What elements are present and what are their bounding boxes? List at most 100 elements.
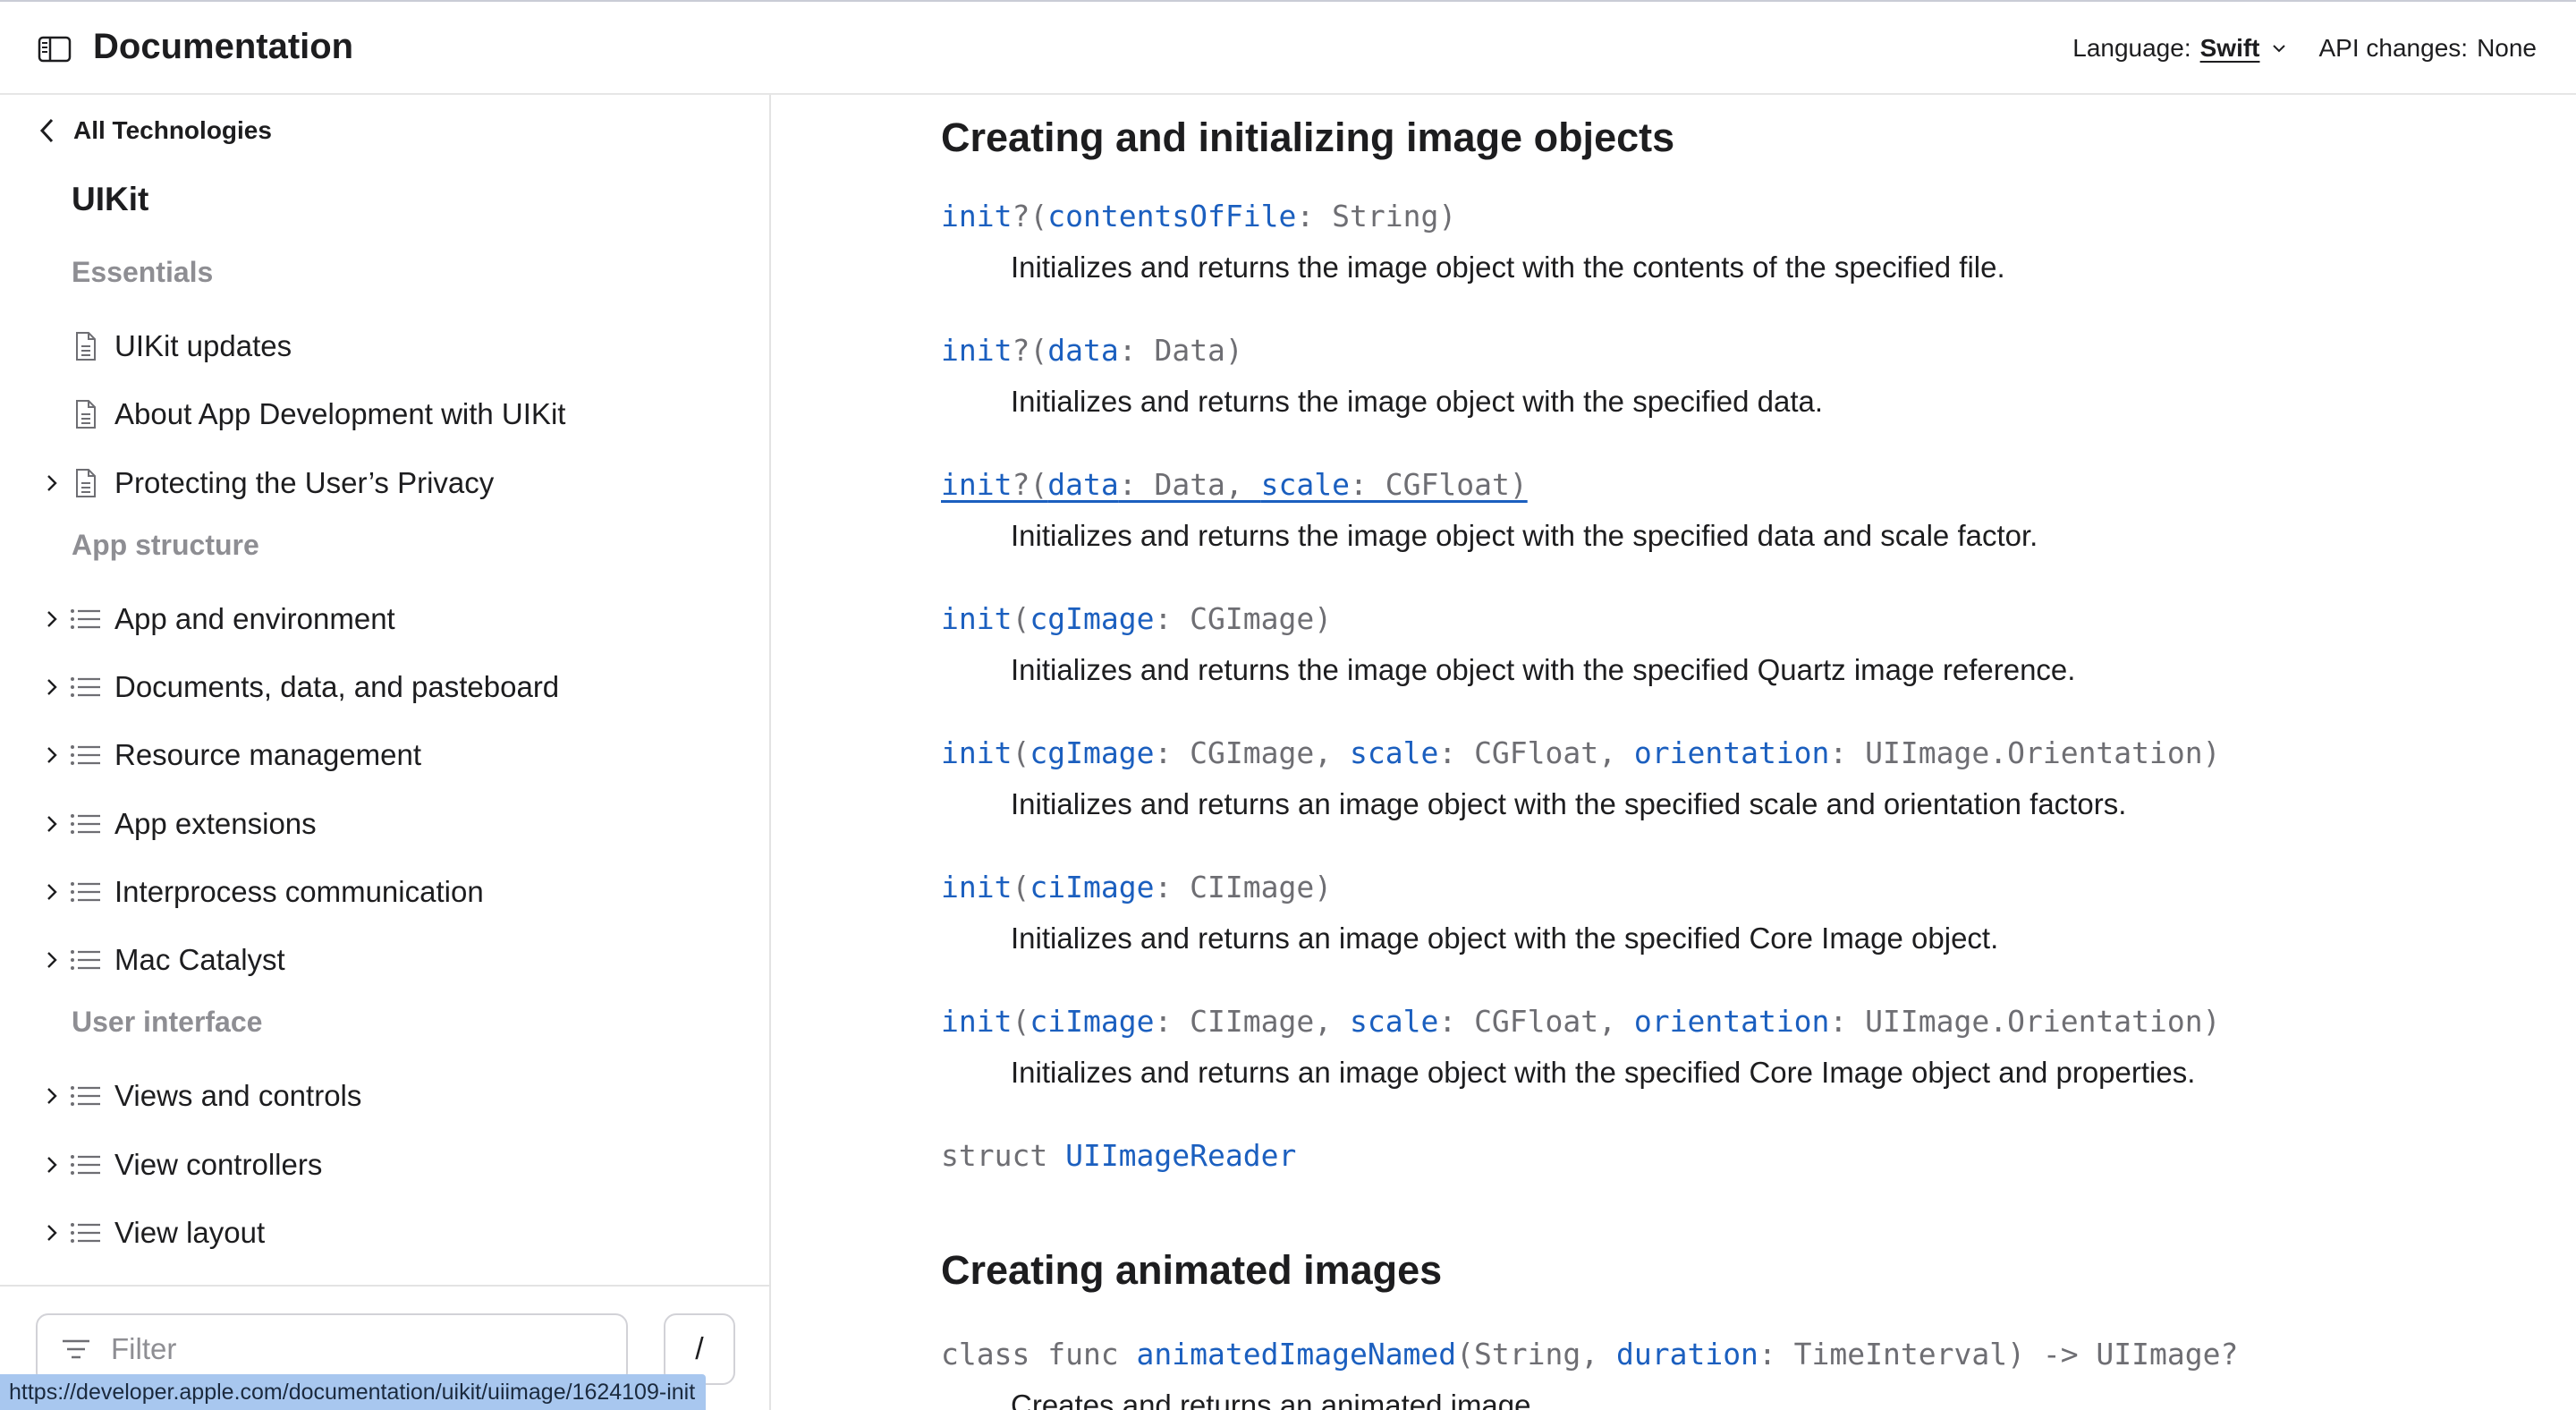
signature-text: ?(	[1012, 467, 1048, 502]
symbol-signature-link[interactable]: init?(data: Data)	[941, 333, 1243, 368]
signature-token: contentsOfFile	[1047, 199, 1297, 234]
sidebar-item[interactable]: Interprocess communication	[0, 861, 769, 923]
sidebar-toggle-icon[interactable]	[38, 36, 72, 63]
sidebar-item[interactable]: UIKit updates	[0, 315, 769, 378]
sidebar-item-label: Views and controls	[114, 1079, 362, 1112]
sidebar-item[interactable]: View controllers	[0, 1134, 769, 1196]
sidebar-item-label: App and environment	[114, 602, 395, 635]
symbol-signature-link[interactable]: class func animatedImageNamed(String, du…	[941, 1337, 2238, 1372]
sidebar-item-label: Mac Catalyst	[114, 943, 285, 976]
chevron-down-icon[interactable]	[2271, 43, 2287, 54]
signature-token: scale	[1349, 1004, 1439, 1039]
signature-token: scale	[1349, 735, 1439, 770]
list-icon	[71, 609, 100, 629]
sidebar-section-heading: Essentials	[72, 256, 214, 288]
document-icon	[76, 469, 96, 497]
sidebar-title[interactable]: UIKit	[72, 181, 148, 218]
list-icon	[71, 882, 100, 902]
signature-text: (	[1012, 735, 1030, 770]
signature-text: : CGFloat,	[1438, 1004, 1634, 1039]
symbol-description: Creates and returns an animated image.	[1011, 1389, 1539, 1410]
sidebar-item-label: Documents, data, and pasteboard	[114, 670, 560, 703]
api-changes-selector[interactable]: None	[2477, 34, 2537, 63]
sidebar-item[interactable]: Appearance customization	[0, 1270, 769, 1281]
signature-text: : CGImage)	[1154, 601, 1333, 636]
filter-input[interactable]	[111, 1332, 594, 1366]
chevron-right-icon[interactable]	[45, 881, 59, 903]
sidebar-section-heading: App structure	[72, 529, 259, 561]
chevron-right-icon[interactable]	[45, 949, 59, 971]
symbol-signature-link[interactable]: init(cgImage: CGImage, scale: CGFloat, o…	[941, 735, 2221, 770]
sidebar-item[interactable]: Resource management	[0, 724, 769, 786]
signature-text: (	[1012, 601, 1030, 636]
signature-token: init	[941, 467, 1013, 502]
signature-token: init	[941, 1004, 1013, 1039]
sidebar-item[interactable]: View layout	[0, 1202, 769, 1264]
section-title: Creating animated images	[941, 1247, 1443, 1293]
signature-text: ?(	[1012, 199, 1048, 234]
signature-text: ?(	[1012, 333, 1048, 368]
symbol-signature-link[interactable]: init?(contentsOfFile: String)	[941, 199, 1456, 234]
list-icon	[71, 1223, 100, 1243]
signature-token: orientation	[1633, 1004, 1830, 1039]
symbol-signature-link[interactable]: init?(data: Data, scale: CGFloat)	[941, 467, 1528, 502]
symbol-signature-link[interactable]: init(cgImage: CGImage)	[941, 601, 1332, 636]
chevron-right-icon[interactable]	[45, 744, 59, 766]
list-icon	[71, 1086, 100, 1106]
sidebar-item-label: UIKit updates	[114, 329, 292, 362]
symbol-description: Initializes and returns an image object …	[1011, 787, 2127, 820]
chevron-right-icon[interactable]	[45, 472, 59, 494]
sidebar-item[interactable]: Documents, data, and pasteboard	[0, 656, 769, 718]
symbol-signature-link[interactable]: init(ciImage: CIImage)	[941, 870, 1332, 905]
sidebar-item-label: App extensions	[114, 807, 317, 840]
sidebar-item[interactable]: About App Development with UIKit	[0, 383, 769, 446]
signature-text: : Data)	[1118, 333, 1243, 368]
signature-token: init	[941, 199, 1013, 234]
chevron-right-icon[interactable]	[45, 1222, 59, 1244]
chevron-right-icon[interactable]	[45, 676, 59, 698]
signature-token: data	[1047, 467, 1119, 502]
sidebar-item-label: Protecting the User’s Privacy	[114, 466, 495, 499]
sidebar-item[interactable]: Views and controls	[0, 1065, 769, 1127]
signature-token: UIImageReader	[1065, 1138, 1297, 1173]
section-title: Creating and initializing image objects	[941, 115, 1675, 160]
language-selector[interactable]: Swift	[2200, 34, 2260, 63]
symbol-signature-link[interactable]: struct UIImageReader	[941, 1138, 1296, 1173]
status-bar-url: https://developer.apple.com/documentatio…	[0, 1374, 707, 1410]
page-title[interactable]: Documentation	[93, 27, 353, 67]
signature-token: cgImage	[1030, 735, 1155, 770]
sidebar-item[interactable]: App and environment	[0, 588, 769, 650]
chevron-right-icon[interactable]	[45, 813, 59, 835]
sidebar-item[interactable]: Mac Catalyst	[0, 929, 769, 991]
document-icon	[76, 332, 96, 361]
signature-text: : CGFloat,	[1438, 735, 1634, 770]
signature-text: : CGImage,	[1154, 735, 1350, 770]
signature-text: : UIImage.Orientation)	[1829, 1004, 2221, 1039]
topbar-controls: Language: Swift API changes: None	[2072, 34, 2537, 63]
signature-text: : Data,	[1118, 467, 1261, 502]
chevron-right-icon[interactable]	[45, 1085, 59, 1107]
sidebar-item-label: About App Development with UIKit	[114, 397, 566, 430]
back-link[interactable]: All Technologies	[38, 116, 272, 145]
signature-token: ciImage	[1030, 870, 1155, 905]
symbol-description: Initializes and returns the image object…	[1011, 251, 2005, 284]
signature-text: : UIImage.Orientation)	[1829, 735, 2221, 770]
signature-text: : String)	[1296, 199, 1457, 234]
symbol-signature-link[interactable]: init(ciImage: CIImage, scale: CGFloat, o…	[941, 1004, 2221, 1039]
chevron-left-icon	[39, 118, 54, 143]
list-icon	[71, 677, 100, 697]
sidebar-item[interactable]: Protecting the User’s Privacy	[0, 452, 769, 514]
symbol-description: Initializes and returns the image object…	[1011, 653, 2076, 686]
chevron-right-icon[interactable]	[45, 1154, 59, 1176]
symbol-description: Initializes and returns an image object …	[1011, 922, 1999, 955]
signature-text: : CIImage,	[1154, 1004, 1350, 1039]
sidebar-item-label: View controllers	[114, 1148, 323, 1181]
signature-text: : CIImage)	[1154, 870, 1333, 905]
symbol-description: Initializes and returns the image object…	[1011, 519, 2038, 552]
chevron-right-icon[interactable]	[45, 608, 59, 630]
signature-token: init	[941, 735, 1013, 770]
signature-text: (String,	[1456, 1337, 1616, 1372]
filter-icon	[63, 1339, 89, 1359]
sidebar-item[interactable]: App extensions	[0, 793, 769, 855]
sidebar-section-heading: User interface	[72, 1006, 263, 1038]
